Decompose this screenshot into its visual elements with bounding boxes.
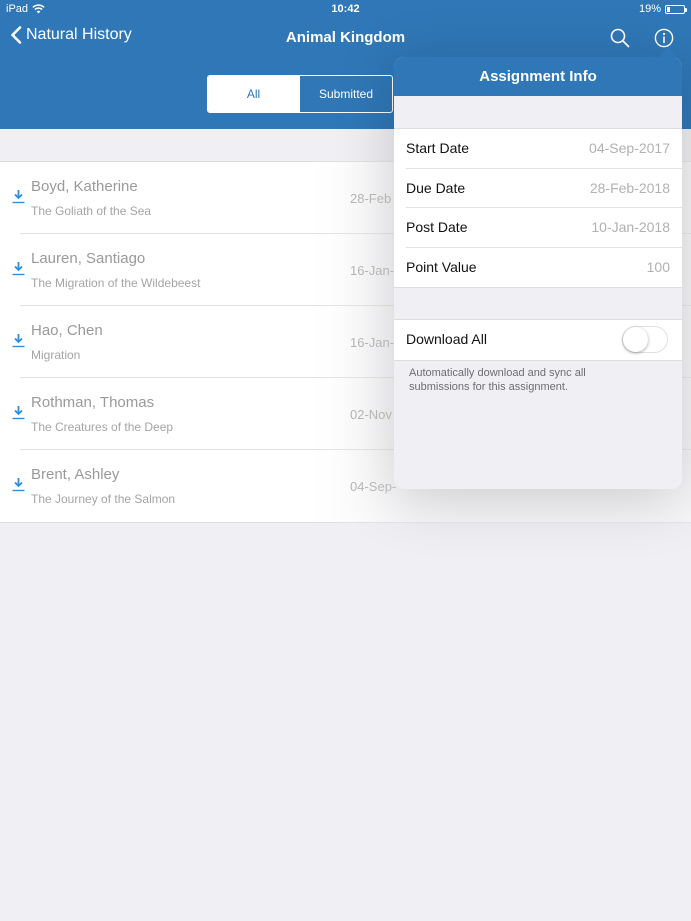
submission-date: 04-Sep-: [350, 479, 397, 494]
assignment-info-popover: Assignment Info Start Date 04-Sep-2017 D…: [394, 47, 682, 489]
download-all-label: Download All: [406, 331, 487, 347]
student-name: Hao, Chen: [31, 322, 103, 339]
submission-date: 28-Feb: [350, 191, 392, 206]
status-bar: iPad 10:42 19%: [0, 0, 691, 18]
field-value: 28-Feb-2018: [589, 179, 670, 196]
battery-percent: 19%: [638, 3, 661, 15]
field-value: 04-Sep-2017: [589, 140, 670, 156]
popover-title: Assignment Info: [394, 57, 682, 96]
submission-date: 16-Jan-: [350, 335, 395, 350]
field-label: Due Date: [406, 179, 466, 196]
download-icon[interactable]: [12, 405, 25, 420]
info-icon: [654, 28, 674, 48]
filter-tabs: All Submitted: [207, 75, 393, 113]
info-row-due-date: Due Date 28-Feb-2018: [394, 169, 682, 208]
info-row-start-date: Start Date 04-Sep-2017: [394, 129, 682, 169]
submission-title: The Goliath of the Sea: [31, 204, 152, 218]
student-name: Brent, Ashley: [31, 466, 120, 483]
status-time: 10:42: [331, 3, 360, 15]
search-icon: [610, 28, 630, 48]
field-label: Post Date: [406, 219, 468, 235]
download-all-row: Download All: [394, 320, 682, 360]
student-name: Rothman, Thomas: [31, 394, 155, 411]
download-icon[interactable]: [12, 477, 25, 492]
student-name: Boyd, Katherine: [31, 178, 138, 195]
field-label: Point Value: [406, 258, 477, 275]
submission-title: The Migration of the Wildebeest: [31, 276, 201, 290]
battery-icon: [665, 4, 687, 14]
chevron-left-icon: [11, 26, 22, 44]
popover-arrow: [658, 47, 678, 58]
download-icon[interactable]: [12, 333, 25, 348]
field-label: Start Date: [406, 140, 470, 156]
search-button[interactable]: [609, 27, 631, 49]
submission-date: 02-Nov: [350, 407, 392, 422]
info-row-point-value: Point Value 100: [394, 248, 682, 288]
navigation-bar: Natural History Animal Kingdom: [0, 22, 691, 54]
back-button[interactable]: Natural History: [10, 26, 132, 44]
download-all-help-text: Automatically download and sync all subm…: [409, 367, 586, 393]
submission-date: 16-Jan-: [350, 263, 395, 278]
toggle-knob: [623, 327, 648, 352]
download-icon[interactable]: [12, 189, 25, 204]
student-name: Lauren, Santiago: [31, 250, 146, 267]
info-row-post-date: Post Date 10-Jan-2018: [394, 208, 682, 248]
tab-submitted[interactable]: Submitted: [300, 76, 392, 112]
download-all-toggle[interactable]: [622, 326, 668, 353]
assignment-details: Start Date 04-Sep-2017 Due Date 28-Feb-2…: [394, 128, 682, 288]
tab-all[interactable]: All: [208, 76, 300, 112]
field-value: 100: [646, 258, 670, 275]
submission-title: The Journey of the Salmon: [31, 492, 176, 506]
submission-title: The Creatures of the Deep: [31, 420, 174, 434]
download-settings: Download All: [394, 319, 682, 361]
field-value: 10-Jan-2018: [591, 219, 670, 235]
back-label: Natural History: [26, 26, 132, 43]
status-right: 19%: [638, 3, 687, 15]
info-button[interactable]: [653, 27, 675, 49]
download-icon[interactable]: [12, 261, 25, 276]
battery-fill: [667, 6, 670, 12]
submission-title: Migration: [31, 348, 81, 362]
